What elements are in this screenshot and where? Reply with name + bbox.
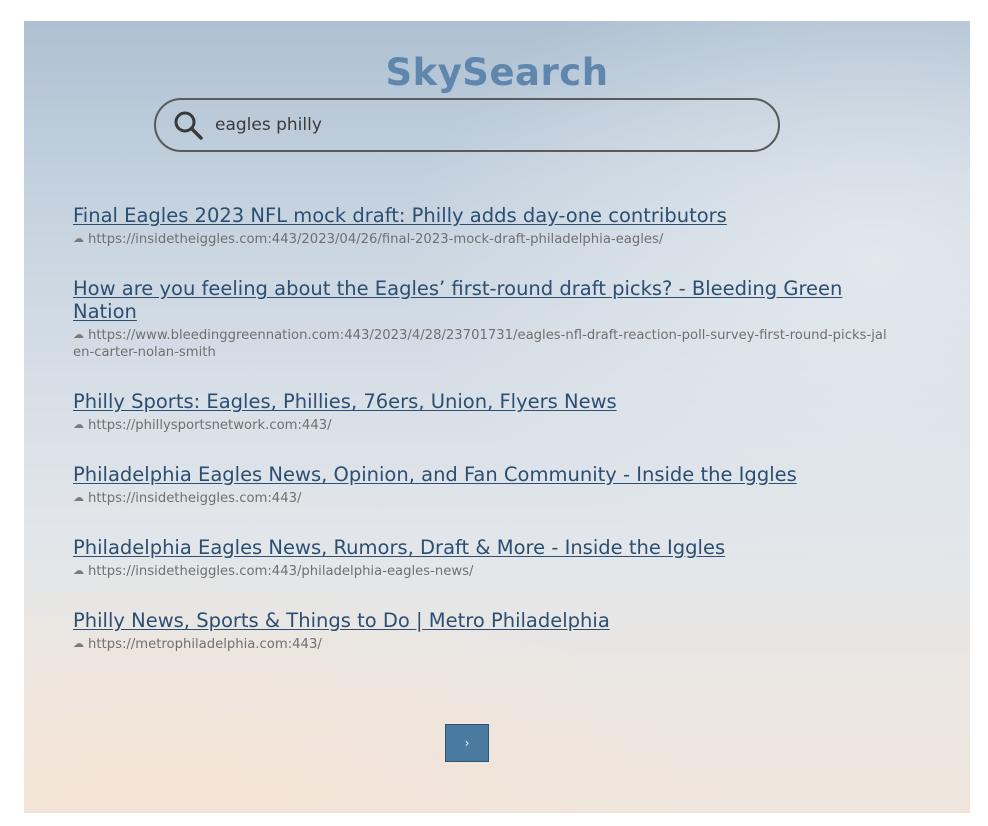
result-item: Philadelphia Eagles News, Opinion, and F… <box>73 463 893 507</box>
result-item: Philly Sports: Eagles, Phillies, 76ers, … <box>73 390 893 434</box>
result-item: Philly News, Sports & Things to Do | Met… <box>73 609 893 653</box>
cloud-icon: ☁ <box>73 232 84 245</box>
cloud-icon: ☁ <box>73 418 84 431</box>
result-item: Philadelphia Eagles News, Rumors, Draft … <box>73 536 893 580</box>
result-title-link[interactable]: Philly Sports: Eagles, Phillies, 76ers, … <box>73 390 893 413</box>
result-title-link[interactable]: How are you feeling about the Eagles’ fi… <box>73 277 893 323</box>
result-url-text: https://www.bleedinggreennation.com:443/… <box>73 328 887 360</box>
cloud-icon: ☁ <box>73 637 84 650</box>
result-url: ☁ https://insidetheiggles.com:443/ <box>73 489 893 507</box>
search-input[interactable] <box>215 115 755 135</box>
cloud-icon: ☁ <box>73 564 84 577</box>
cloud-icon: ☁ <box>73 328 84 341</box>
result-item: How are you feeling about the Eagles’ fi… <box>73 277 893 361</box>
search-page: SkySearch Final Eagles 2023 NFL mock dra… <box>24 21 970 813</box>
result-url-text: https://insidetheiggles.com:443/2023/04/… <box>88 232 664 247</box>
result-url-text: https://insidetheiggles.com:443/philadel… <box>88 564 474 579</box>
search-icon[interactable] <box>172 109 204 141</box>
result-url-text: https://phillysportsnetwork.com:443/ <box>88 418 332 433</box>
result-title-link[interactable]: Philly News, Sports & Things to Do | Met… <box>73 609 893 632</box>
result-url-text: https://insidetheiggles.com:443/ <box>88 491 302 506</box>
result-url-text: https://metrophiladelphia.com:443/ <box>88 637 322 652</box>
result-item: Final Eagles 2023 NFL mock draft: Philly… <box>73 204 893 248</box>
result-title-link[interactable]: Philadelphia Eagles News, Rumors, Draft … <box>73 536 893 559</box>
search-bar[interactable] <box>154 98 780 152</box>
cloud-icon: ☁ <box>73 491 84 504</box>
result-url: ☁ https://insidetheiggles.com:443/philade… <box>73 562 893 580</box>
next-page-button[interactable]: › <box>445 724 489 762</box>
app-logo: SkySearch <box>385 51 609 94</box>
result-url: ☁ https://phillysportsnetwork.com:443/ <box>73 416 893 434</box>
result-title-link[interactable]: Final Eagles 2023 NFL mock draft: Philly… <box>73 204 893 227</box>
result-url: ☁ https://www.bleedinggreennation.com:443… <box>73 326 893 361</box>
result-url: ☁ https://insidetheiggles.com:443/2023/04… <box>73 230 893 248</box>
results-list: Final Eagles 2023 NFL mock draft: Philly… <box>73 204 893 682</box>
result-title-link[interactable]: Philadelphia Eagles News, Opinion, and F… <box>73 463 893 486</box>
result-url: ☁ https://metrophiladelphia.com:443/ <box>73 635 893 653</box>
